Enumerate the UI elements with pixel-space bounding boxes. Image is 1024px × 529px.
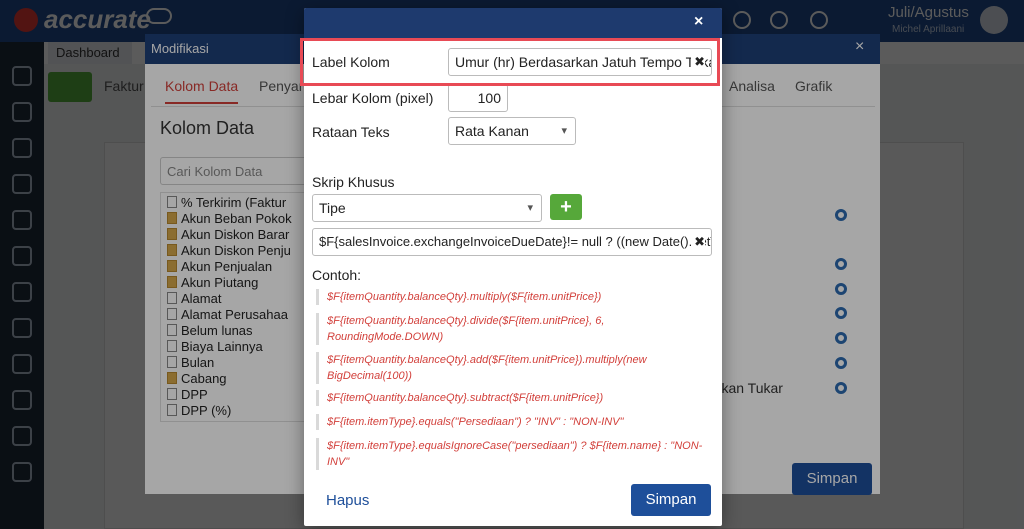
example-item: $F{itemQuantity.balanceQty}.subtract($F{… xyxy=(316,390,712,406)
lebar-kolom-input[interactable]: 100 xyxy=(448,84,508,112)
rataan-teks-label: Rataan Teks xyxy=(312,124,390,140)
lebar-kolom-label: Lebar Kolom (pixel) xyxy=(312,90,434,106)
example-item: $F{itemQuantity.balanceQty}.divide($F{it… xyxy=(316,313,712,345)
chevron-down-icon: ▾ xyxy=(561,125,567,137)
save-button[interactable]: Simpan xyxy=(631,484,711,516)
contoh-label: Contoh: xyxy=(312,267,362,283)
example-item: $F{itemQuantity.balanceQty}.add($F{item.… xyxy=(316,352,712,384)
chevron-down-icon: ▾ xyxy=(527,202,533,214)
column-settings-dialog: × Label Kolom Umur (hr) Berdasarkan Jatu… xyxy=(304,8,722,526)
dialog-header: × xyxy=(304,8,722,38)
rataan-teks-value: Rata Kanan xyxy=(455,123,529,139)
example-item: $F{item.itemType}.equals("Persediaan") ?… xyxy=(316,414,712,430)
add-script-button[interactable]: + xyxy=(550,194,582,220)
script-input[interactable]: $F{salesInvoice.exchangeInvoiceDueDate}!… xyxy=(312,228,712,256)
skrip-khusus-label: Skrip Khusus xyxy=(312,174,395,190)
example-item: $F{itemQuantity.balanceQty}.multiply($F{… xyxy=(316,289,712,305)
tipe-select[interactable]: Tipe ▾ xyxy=(312,194,542,222)
label-kolom-value: Umur (hr) Berdasarkan Jatuh Tempo Tukar xyxy=(455,54,712,70)
label-kolom-label: Label Kolom xyxy=(312,54,390,70)
script-value: $F{salesInvoice.exchangeInvoiceDueDate}!… xyxy=(319,234,712,249)
example-item: $F{item.itemType}.equalsIgnoreCase("pers… xyxy=(316,438,712,470)
delete-button[interactable]: Hapus xyxy=(326,492,369,509)
clear-icon[interactable]: ✖ xyxy=(691,54,705,70)
tipe-value: Tipe xyxy=(319,200,346,216)
label-kolom-input[interactable]: Umur (hr) Berdasarkan Jatuh Tempo Tukar … xyxy=(448,48,712,76)
rataan-teks-select[interactable]: Rata Kanan ▾ xyxy=(448,117,576,145)
close-icon[interactable]: × xyxy=(694,13,703,31)
clear-icon[interactable]: ✖ xyxy=(691,234,705,250)
